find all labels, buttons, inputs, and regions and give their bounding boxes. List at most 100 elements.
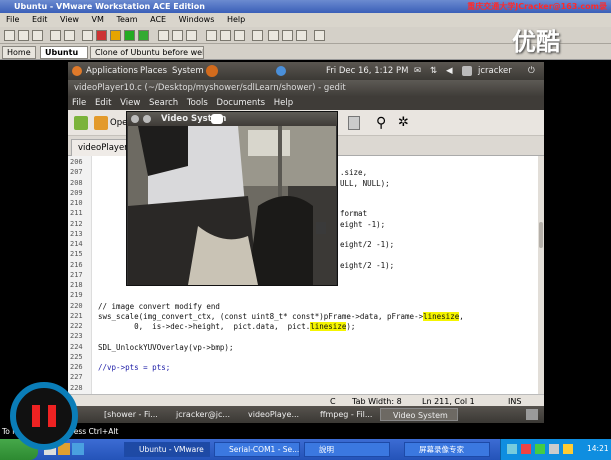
menu-ace[interactable]: ACE <box>150 15 166 24</box>
gedit-menu-documents[interactable]: Documents <box>217 98 265 108</box>
tray-icon-4[interactable] <box>549 444 559 454</box>
power-icon[interactable]: ⏻ <box>528 62 535 80</box>
toolbar-icon-18[interactable] <box>268 30 279 41</box>
menu-view[interactable]: View <box>60 15 79 24</box>
line-number: 215 <box>70 250 83 259</box>
task-shower[interactable]: [shower - Fi... <box>92 408 162 421</box>
win-task-recorder[interactable]: 屏幕录像专家 <box>404 442 490 457</box>
line-number: 213 <box>70 229 83 238</box>
system-menu[interactable]: System <box>172 62 204 80</box>
user-icon <box>462 66 472 76</box>
task-ffmpeg[interactable]: ffmpeg - Fil... <box>308 408 378 421</box>
task-video-system[interactable]: Video System <box>380 408 458 421</box>
open-button-label[interactable]: Ope <box>110 118 127 128</box>
menu-vm[interactable]: VM <box>92 15 104 24</box>
line-number: 219 <box>70 291 83 300</box>
toolbar-icon-20[interactable] <box>296 30 307 41</box>
applications-menu[interactable]: Applications <box>86 62 138 80</box>
tab-ubuntu[interactable]: Ubuntu <box>40 46 88 59</box>
scrollbar-thumb[interactable] <box>539 222 543 248</box>
window-close-icon[interactable] <box>143 115 151 123</box>
paste-icon[interactable] <box>348 116 360 130</box>
tray-icon-5[interactable] <box>563 444 573 454</box>
reset-icon[interactable] <box>138 30 149 41</box>
toolbar-icon-3[interactable] <box>32 30 43 41</box>
video-window-title-bar[interactable]: Video System <box>127 112 337 126</box>
tab-home[interactable]: Home <box>2 46 36 59</box>
player-pause-button[interactable] <box>10 382 78 450</box>
open-icon[interactable] <box>94 116 108 130</box>
ubuntu-top-panel: Applications Places System Fri Dec 16, 1… <box>68 62 544 80</box>
code-line: // image convert modify end <box>98 302 220 311</box>
video-frame-image <box>128 126 336 285</box>
play-icon[interactable] <box>124 30 135 41</box>
toolbar-icon-4[interactable] <box>50 30 61 41</box>
tray-icon-1[interactable] <box>507 444 517 454</box>
mail-icon[interactable]: ✉ <box>414 62 421 80</box>
tab-clone-ubuntu[interactable]: Clone of Ubuntu before web... <box>90 46 204 59</box>
toolbar-icon-2[interactable] <box>18 30 29 41</box>
toolbar-icon-17[interactable] <box>252 30 263 41</box>
task-videoplayer[interactable]: videoPlaye... <box>236 408 306 421</box>
volume-icon[interactable]: ◀ <box>446 62 453 80</box>
toolbar-icon-21[interactable] <box>314 30 325 41</box>
snapshot-icon[interactable] <box>158 30 169 41</box>
menu-edit[interactable]: Edit <box>32 15 48 24</box>
pause-vm-icon[interactable] <box>110 30 121 41</box>
network-icon[interactable] <box>276 66 286 76</box>
gedit-menu-search[interactable]: Search <box>149 98 178 108</box>
manage-snapshot-icon[interactable] <box>186 30 197 41</box>
panel-username[interactable]: jcracker <box>478 62 512 80</box>
win-task-serial[interactable]: Serial-COM1 - Se... <box>214 442 300 457</box>
gedit-menu-view[interactable]: View <box>120 98 140 108</box>
line-number: 224 <box>70 342 83 351</box>
toolbar-icon-1[interactable] <box>4 30 15 41</box>
win-task-description[interactable]: 說明 <box>304 442 390 457</box>
code-line: 0, is->dec->height, pict.data, pict.line… <box>98 322 355 331</box>
line-number: 220 <box>70 301 83 310</box>
windows-taskbar: Ubuntu - VMware Serial-COM1 - Se... 說明 屏… <box>0 439 611 460</box>
trash-icon[interactable] <box>526 409 538 420</box>
video-system-window[interactable]: Video System <box>126 111 338 286</box>
line-number: 210 <box>70 199 83 207</box>
firefox-icon[interactable] <box>206 65 218 77</box>
gedit-menu-file[interactable]: File <box>72 98 86 108</box>
tray-clock[interactable]: 14:21 <box>587 444 609 453</box>
toolbar-icon-19[interactable] <box>282 30 293 41</box>
gedit-menubar: File Edit View Search Tools Documents He… <box>68 96 544 110</box>
toolbar-icon-6[interactable] <box>82 30 93 41</box>
revert-icon[interactable] <box>172 30 183 41</box>
code-fragment: ULL, NULL); <box>340 178 390 188</box>
toolbar-icon-5[interactable] <box>64 30 75 41</box>
vmware-title-bar: Ubuntu - VMware Workstation ACE Edition … <box>0 0 611 13</box>
panel-datetime[interactable]: Fri Dec 16, 1:12 PM <box>326 62 408 80</box>
toolbar-icon-15[interactable] <box>220 30 231 41</box>
quicklaunch-icon-3[interactable] <box>72 443 84 455</box>
places-menu[interactable]: Places <box>140 62 167 80</box>
code-text: , <box>459 311 464 321</box>
task-terminal[interactable]: jcracker@jc... <box>164 408 234 421</box>
new-document-icon[interactable] <box>74 116 88 130</box>
line-number: 211 <box>70 209 83 218</box>
toolbar-icon-16[interactable] <box>234 30 245 41</box>
stop-icon[interactable] <box>96 30 107 41</box>
find-replace-icon[interactable]: ✲ <box>398 115 409 130</box>
gedit-menu-help[interactable]: Help <box>274 98 293 108</box>
code-text: 0, is->dec->height, pict.data, pict. <box>98 322 311 331</box>
vertical-scrollbar[interactable] <box>538 156 544 394</box>
tray-icon-3[interactable] <box>535 444 545 454</box>
tray-icon-2[interactable] <box>521 444 531 454</box>
gedit-menu-edit[interactable]: Edit <box>95 98 111 108</box>
win-task-vmware[interactable]: Ubuntu - VMware <box>124 442 210 457</box>
menu-help[interactable]: Help <box>227 15 245 24</box>
search-icon[interactable]: ⚲ <box>376 115 386 131</box>
network-status-icon[interactable]: ⇅ <box>430 62 437 80</box>
window-menu-icon[interactable] <box>131 115 139 123</box>
line-number: 209 <box>70 188 83 197</box>
menu-file[interactable]: File <box>6 15 19 24</box>
tooltip-icon <box>211 114 223 124</box>
gedit-menu-tools[interactable]: Tools <box>187 98 208 108</box>
menu-team[interactable]: Team <box>116 15 137 24</box>
menu-windows[interactable]: Windows <box>179 15 215 24</box>
toolbar-icon-14[interactable] <box>206 30 217 41</box>
